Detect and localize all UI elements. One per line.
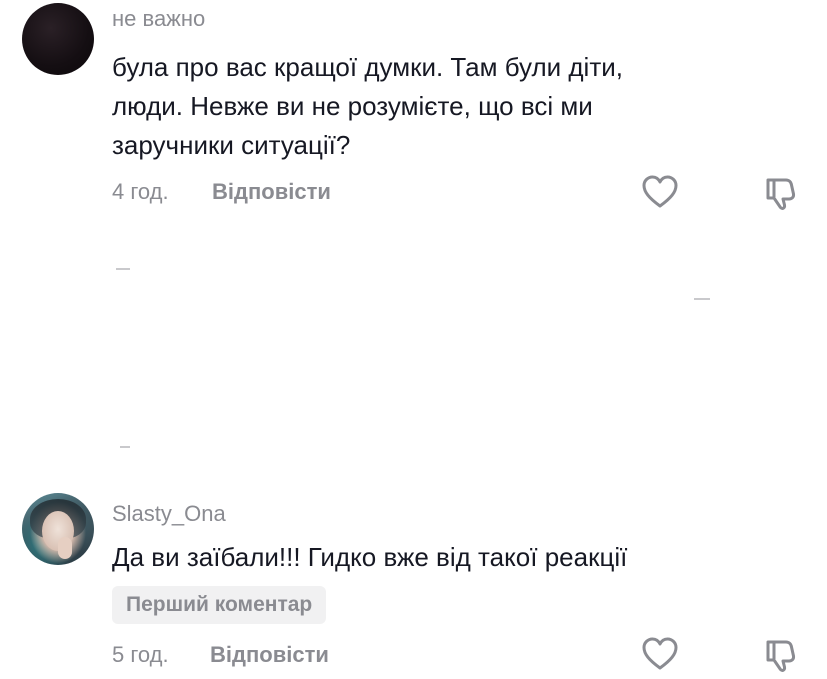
first-comment-badge: Перший коментар xyxy=(112,586,327,624)
comment-text-line-2: люди. Невже ви не розумієте, що всі ми xyxy=(112,91,593,121)
comment-timestamp: 5 год. xyxy=(112,642,169,667)
reply-button[interactable]: Відповісти xyxy=(212,179,331,205)
heart-icon[interactable] xyxy=(641,636,679,672)
comment-text-line-1: була про вас кращої думки. Там були діти… xyxy=(112,52,623,82)
reply-button[interactable]: Відповісти xyxy=(210,642,329,668)
comment-username[interactable]: Slasty_Ona xyxy=(112,501,226,527)
thumbs-down-icon[interactable] xyxy=(762,174,800,212)
comment-timestamp: 4 год. xyxy=(112,179,169,204)
avatar[interactable] xyxy=(22,3,94,75)
comment-text-line-1: Да ви заїбали!!! Гидко вже від такої реа… xyxy=(112,542,628,572)
comment-username[interactable]: не важно xyxy=(112,6,205,32)
thumbs-down-icon[interactable] xyxy=(762,636,800,674)
divider xyxy=(120,446,130,448)
avatar-hand xyxy=(58,537,72,559)
heart-icon[interactable] xyxy=(641,174,679,210)
divider xyxy=(694,298,710,300)
divider xyxy=(116,268,130,270)
comment-text-line-3: заручники ситуації? xyxy=(112,130,351,160)
avatar[interactable] xyxy=(22,493,94,565)
